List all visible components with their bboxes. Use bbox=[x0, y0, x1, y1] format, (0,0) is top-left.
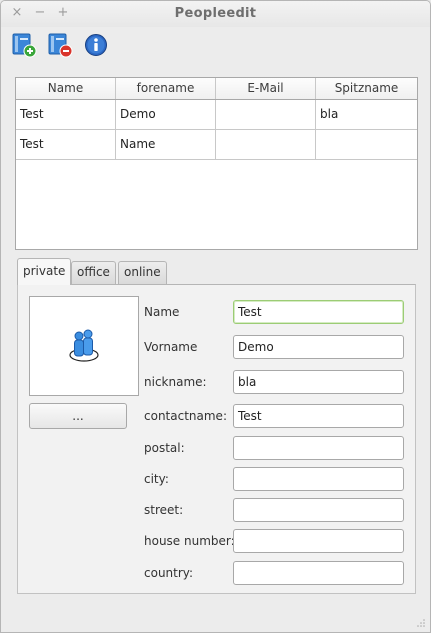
table-cell[interactable] bbox=[216, 100, 316, 129]
street-label: street: bbox=[144, 503, 184, 517]
nickname-field[interactable]: bla bbox=[233, 370, 404, 394]
private-tab-panel: ... Name Test Vorname Demo nickname: bla… bbox=[17, 284, 416, 594]
browse-photo-button[interactable]: ... bbox=[29, 403, 127, 429]
postal-label: postal: bbox=[144, 441, 185, 455]
country-label: country: bbox=[144, 566, 194, 580]
column-header-forename[interactable]: forename bbox=[116, 78, 216, 99]
tab-office[interactable]: office bbox=[71, 261, 116, 284]
column-header-nickname[interactable]: Spitzname bbox=[316, 78, 417, 99]
house-number-field[interactable] bbox=[233, 529, 404, 553]
table-cell[interactable] bbox=[216, 130, 316, 159]
name-field[interactable]: Test bbox=[233, 300, 404, 324]
table-cell[interactable] bbox=[316, 130, 417, 159]
street-field[interactable] bbox=[233, 498, 404, 522]
title-bar[interactable]: × − + Peopleedit bbox=[1, 1, 430, 27]
table-row[interactable]: Test Name bbox=[16, 130, 417, 160]
table-row[interactable]: Test Demo bla bbox=[16, 100, 417, 130]
column-header-email[interactable]: E-Mail bbox=[216, 78, 316, 99]
contactname-field[interactable]: Test bbox=[233, 404, 404, 428]
table-cell[interactable]: Test bbox=[16, 130, 116, 159]
postal-field[interactable] bbox=[233, 436, 404, 460]
house-number-label: house number: bbox=[144, 534, 235, 548]
nickname-label: nickname: bbox=[144, 375, 207, 389]
country-field[interactable] bbox=[233, 561, 404, 585]
address-book-remove-icon bbox=[48, 33, 73, 58]
resize-grip-icon[interactable] bbox=[416, 618, 426, 628]
name-label: Name bbox=[144, 305, 180, 319]
address-book-add-icon bbox=[12, 33, 37, 58]
tab-private[interactable]: private bbox=[17, 258, 72, 285]
info-icon bbox=[85, 34, 107, 56]
app-window: × − + Peopleedit Name forename E-Mail Sp… bbox=[0, 0, 431, 633]
table-cell[interactable]: bla bbox=[316, 100, 417, 129]
people-icon bbox=[69, 329, 99, 362]
city-field[interactable] bbox=[233, 467, 404, 491]
table-cell[interactable]: Demo bbox=[116, 100, 216, 129]
table-cell[interactable]: Name bbox=[116, 130, 216, 159]
contactname-label: contactname: bbox=[144, 409, 227, 423]
vorname-field[interactable]: Demo bbox=[233, 335, 404, 359]
remove-person-button[interactable] bbox=[47, 32, 73, 58]
table-cell[interactable]: Test bbox=[16, 100, 116, 129]
add-person-button[interactable] bbox=[11, 32, 37, 58]
column-header-name[interactable]: Name bbox=[16, 78, 116, 99]
tab-online[interactable]: online bbox=[118, 261, 167, 284]
info-button[interactable] bbox=[83, 32, 109, 58]
toolbar bbox=[1, 27, 430, 65]
table-body: Test Demo bla Test Name bbox=[16, 100, 417, 160]
window-title: Peopleedit bbox=[174, 6, 257, 21]
vorname-label: Vorname bbox=[144, 340, 198, 354]
contact-photo[interactable] bbox=[29, 296, 139, 396]
table-header: Name forename E-Mail Spitzname bbox=[16, 78, 417, 100]
city-label: city: bbox=[144, 472, 169, 486]
people-table[interactable]: Name forename E-Mail Spitzname Test Demo… bbox=[15, 77, 418, 250]
